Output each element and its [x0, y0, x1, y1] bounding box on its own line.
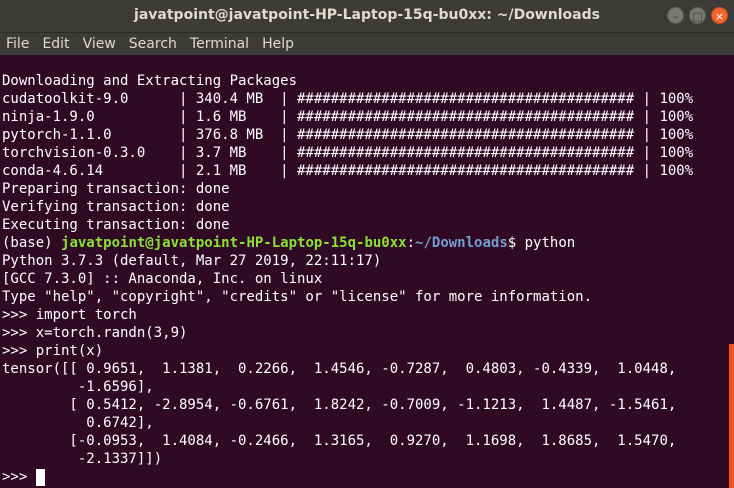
- menu-file[interactable]: File: [6, 33, 29, 55]
- python-banner-line: Type "help", "copyright", "credits" or "…: [2, 289, 593, 305]
- window-controls: – □ ×: [667, 7, 728, 24]
- repl-line: >>> import torch: [2, 307, 137, 323]
- menu-terminal[interactable]: Terminal: [190, 33, 249, 55]
- python-banner-line: Python 3.7.3 (default, Mar 27 2019, 22:1…: [2, 253, 382, 269]
- repl-prompt: >>>: [2, 469, 36, 485]
- menu-edit[interactable]: Edit: [42, 33, 69, 55]
- package-line: conda-4.6.14 | 2.1 MB | ################…: [2, 163, 694, 179]
- title-bar[interactable]: javatpoint@javatpoint-HP-Laptop-15q-bu0x…: [0, 0, 734, 33]
- tensor-output-line: tensor([[ 0.9651, 1.1381, 0.2266, 1.4546…: [2, 361, 677, 377]
- tensor-output-line: -2.1337]]): [2, 451, 163, 467]
- active-prompt-line[interactable]: >>>: [2, 468, 693, 486]
- package-line: cudatoolkit-9.0 | 340.4 MB | ###########…: [2, 91, 694, 107]
- tensor-output-line: [-0.0953, 1.4084, -0.2466, 1.3165, 0.927…: [2, 433, 677, 449]
- python-banner-line: [GCC 7.3.0] :: Anaconda, Inc. on linux: [2, 271, 323, 287]
- conda-env: (base): [2, 235, 62, 251]
- prompt-dollar: $: [507, 235, 525, 251]
- prompt-command: python: [524, 235, 576, 251]
- terminal-window: javatpoint@javatpoint-HP-Laptop-15q-bu0x…: [0, 0, 734, 488]
- maximize-button[interactable]: □: [689, 7, 706, 24]
- transaction-line: Preparing transaction: done: [2, 181, 230, 197]
- prompt-colon: :: [406, 235, 416, 251]
- tensor-output-line: 0.6742],: [2, 415, 154, 431]
- package-line: torchvision-0.3.0 | 3.7 MB | ###########…: [2, 145, 694, 161]
- download-header: Downloading and Extracting Packages: [2, 73, 298, 89]
- transaction-line: Executing transaction: done: [2, 217, 230, 233]
- menu-search[interactable]: Search: [129, 33, 177, 55]
- minimize-button[interactable]: –: [667, 7, 684, 24]
- package-line: ninja-1.9.0 | 1.6 MB | #################…: [2, 109, 694, 125]
- prompt-user-host: javatpoint@javatpoint-HP-Laptop-15q-bu0x…: [61, 235, 407, 251]
- menu-view[interactable]: View: [83, 33, 116, 55]
- tensor-output-line: -1.6596],: [2, 379, 154, 395]
- prompt-path: ~/Downloads: [415, 235, 508, 251]
- menu-bar: File Edit View Search Terminal Help: [0, 33, 734, 55]
- text-cursor: [35, 469, 45, 486]
- repl-line: >>> print(x): [2, 343, 104, 359]
- repl-line: >>> x=torch.randn(3,9): [2, 325, 188, 341]
- shell-prompt-line: (base) javatpoint@javatpoint-HP-Laptop-1…: [2, 234, 693, 252]
- menu-help[interactable]: Help: [262, 33, 294, 55]
- terminal-output-area[interactable]: Downloading and Extracting Packages cuda…: [0, 55, 728, 488]
- tensor-output-line: [ 0.5412, -2.8954, -0.6761, 1.8242, -0.7…: [2, 397, 677, 413]
- scrollbar[interactable]: [729, 344, 734, 488]
- transaction-line: Verifying transaction: done: [2, 199, 230, 215]
- close-button[interactable]: ×: [711, 7, 728, 24]
- package-line: pytorch-1.1.0 | 376.8 MB | #############…: [2, 127, 694, 143]
- window-title: javatpoint@javatpoint-HP-Laptop-15q-bu0x…: [134, 7, 600, 23]
